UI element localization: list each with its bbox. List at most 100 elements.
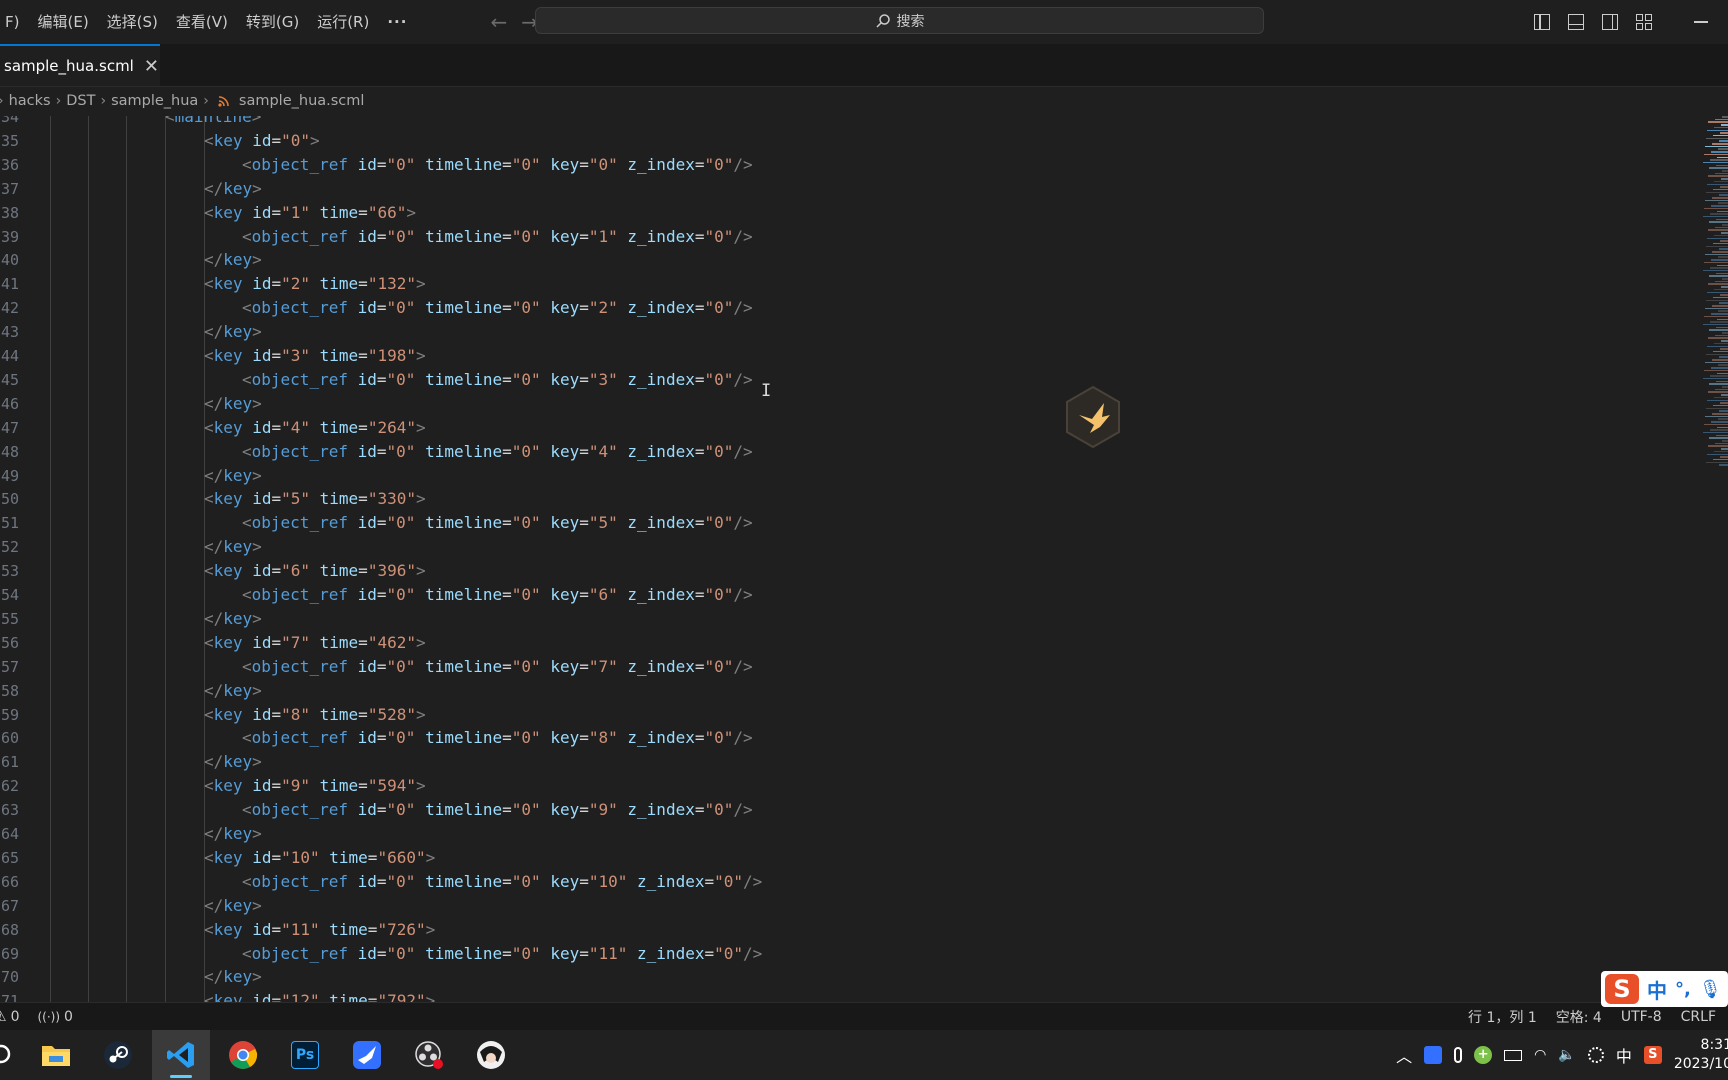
minimize-window-icon[interactable] [1694, 21, 1708, 23]
plus-badge-icon[interactable]: + [1474, 1046, 1493, 1064]
toggle-panel-icon[interactable] [1568, 14, 1584, 30]
code-line[interactable]: 38 <key id="1" time="66"> [0, 201, 1690, 225]
search-icon[interactable] [0, 1030, 30, 1080]
command-center-search[interactable]: 搜索 [535, 7, 1264, 34]
breadcrumb-item-file[interactable]: sample_hua.scml [239, 93, 365, 109]
minimap[interactable] [1696, 116, 1728, 516]
code-line[interactable]: 61 </key> [0, 750, 1690, 774]
feishu-icon[interactable] [338, 1030, 396, 1080]
code-line[interactable]: 42 <object_ref id="0" timeline="0" key="2… [0, 296, 1690, 320]
close-icon[interactable]: ✕ [144, 56, 159, 77]
customize-layout-icon[interactable] [1636, 14, 1652, 30]
code-line[interactable]: 45 <object_ref id="0" timeline="0" key="3… [0, 368, 1690, 392]
code-line[interactable]: 65 <key id="10" time="660"> [0, 846, 1690, 870]
indentation[interactable]: 空格: 4 [1556, 1007, 1602, 1027]
obs-icon[interactable] [400, 1030, 458, 1080]
menu-go[interactable]: 转到(G) [237, 0, 308, 44]
sogou-tray-icon[interactable]: S [1643, 1046, 1662, 1064]
menu-file[interactable]: F) [0, 0, 28, 44]
feishu-tray-icon[interactable] [1424, 1046, 1443, 1064]
code-line[interactable]: 67 </key> [0, 894, 1690, 918]
code-line[interactable]: 39 <object_ref id="0" timeline="0" key="1… [0, 225, 1690, 249]
code-line[interactable]: 69 <object_ref id="0" timeline="0" key="1… [0, 942, 1690, 966]
breadcrumb-item-dst[interactable]: DST [66, 93, 95, 109]
avatar-app-icon[interactable] [462, 1030, 520, 1080]
input-language[interactable]: 中 [1616, 1043, 1632, 1067]
code-line[interactable]: 57 <object_ref id="0" timeline="0" key="7… [0, 655, 1690, 679]
chrome-icon[interactable] [214, 1030, 272, 1080]
code-line[interactable]: 63 <object_ref id="0" timeline="0" key="9… [0, 798, 1690, 822]
code-line[interactable]: 34 <mainline> [0, 116, 1690, 129]
microphone-icon[interactable]: 🎙 [1699, 979, 1722, 1000]
code-line[interactable]: 58 </key> [0, 679, 1690, 703]
wifi-icon[interactable]: ◠ [1534, 1047, 1546, 1063]
code-line[interactable]: 52 </key> [0, 535, 1690, 559]
settings-tray-icon[interactable] [1587, 1047, 1604, 1063]
code-line[interactable]: 43 </key> [0, 320, 1690, 344]
code-line[interactable]: 51 <object_ref id="0" timeline="0" key="5… [0, 511, 1690, 535]
code-line[interactable]: 71 <key id="12" time="792"> [0, 989, 1690, 1002]
code-line[interactable]: 55 </key> [0, 607, 1690, 631]
steam-icon[interactable] [89, 1030, 147, 1080]
code-text: <object_ref id="0" timeline="0" key="3" … [242, 369, 753, 389]
code-editor[interactable]: 34 <mainline> 35 <key id="0"> 36 <object_ref … [0, 116, 1728, 1002]
line-number: 35 [0, 131, 19, 150]
battery-icon[interactable] [1504, 1049, 1523, 1061]
floating-bird-app-icon[interactable] [1064, 385, 1122, 449]
minimap-line [1715, 442, 1728, 445]
code-line[interactable]: 44 <key id="3" time="198"> [0, 344, 1690, 368]
volume-icon[interactable]: 🔈 [1558, 1047, 1575, 1063]
code-line[interactable]: 64 </key> [0, 822, 1690, 846]
code-line[interactable]: 62 <key id="9" time="594"> [0, 774, 1690, 798]
microphone-icon[interactable] [1454, 1047, 1463, 1063]
line-number: 42 [0, 299, 19, 318]
back-arrow-icon[interactable]: ← [490, 10, 507, 34]
code-line[interactable]: 47 <key id="4" time="264"> [0, 416, 1690, 440]
code-line[interactable]: 40 </key> [0, 248, 1690, 272]
ime-punctuation[interactable]: °, [1675, 979, 1691, 1000]
minimap-line [1710, 375, 1728, 377]
menu-edit[interactable]: 编辑(E) [28, 0, 97, 44]
photoshop-icon[interactable]: Ps [276, 1030, 334, 1080]
code-line[interactable]: 37 </key> [0, 177, 1690, 201]
minimap-line [1712, 143, 1728, 145]
ime-mode[interactable]: 中 [1647, 975, 1667, 1004]
code-line[interactable]: 54 <object_ref id="0" timeline="0" key="6… [0, 583, 1690, 607]
breadcrumb-item-hacks[interactable]: hacks [9, 93, 51, 109]
code-line[interactable]: 66 <object_ref id="0" timeline="0" key="1… [0, 870, 1690, 894]
code-line[interactable]: 70 </key> [0, 965, 1690, 989]
toggle-primary-sidebar-icon[interactable] [1534, 14, 1550, 30]
breadcrumb-item-sample-hua[interactable]: sample_hua [111, 93, 198, 109]
ports-indicator[interactable]: ((·)) 0 [37, 1009, 72, 1025]
line-ending[interactable]: CRLF [1681, 1009, 1716, 1025]
encoding[interactable]: UTF-8 [1621, 1009, 1662, 1025]
code-line[interactable]: 50 <key id="5" time="330"> [0, 487, 1690, 511]
code-line[interactable]: 48 <object_ref id="0" timeline="0" key="4… [0, 440, 1690, 464]
code-line[interactable]: 41 <key id="2" time="132"> [0, 272, 1690, 296]
menu-selection[interactable]: 选择(S) [98, 0, 167, 44]
code-line[interactable]: 36 <object_ref id="0" timeline="0" key="0… [0, 153, 1690, 177]
system-tray: ︿ + ◠ 🔈 中 S 8:31 2023/10 [1396, 1030, 1728, 1080]
code-line[interactable]: 49 </key> [0, 464, 1690, 488]
file-explorer-icon[interactable] [27, 1030, 85, 1080]
chevron-up-icon[interactable]: ︿ [1396, 1043, 1412, 1067]
ime-toolbar[interactable]: S 中 °, 🎙 [1601, 971, 1728, 1007]
chevron-right-icon: › [55, 93, 62, 109]
menu-view[interactable]: 查看(V) [167, 0, 237, 44]
code-line[interactable]: 59 <key id="8" time="528"> [0, 703, 1690, 727]
sogou-logo[interactable]: S [1605, 974, 1639, 1004]
clock[interactable]: 8:31 2023/10 [1674, 1036, 1728, 1074]
code-line[interactable]: 56 <key id="7" time="462"> [0, 631, 1690, 655]
toggle-secondary-sidebar-icon[interactable] [1602, 14, 1618, 30]
cursor-position[interactable]: 行 1，列 1 [1468, 1007, 1537, 1027]
code-line[interactable]: 53 <key id="6" time="396"> [0, 559, 1690, 583]
menu-more-button[interactable]: ··· [378, 0, 416, 44]
problems-indicator[interactable]: ⚠ 0 [0, 1009, 19, 1025]
tab-sample-hua-scml[interactable]: sample_hua.scml ✕ [0, 44, 160, 86]
menu-run[interactable]: 运行(R) [308, 0, 378, 44]
vscode-icon[interactable] [152, 1030, 210, 1080]
code-line[interactable]: 35 <key id="0"> [0, 129, 1690, 153]
code-line[interactable]: 68 <key id="11" time="726"> [0, 918, 1690, 942]
code-line[interactable]: 46 </key> [0, 392, 1690, 416]
code-line[interactable]: 60 <object_ref id="0" timeline="0" key="8… [0, 726, 1690, 750]
